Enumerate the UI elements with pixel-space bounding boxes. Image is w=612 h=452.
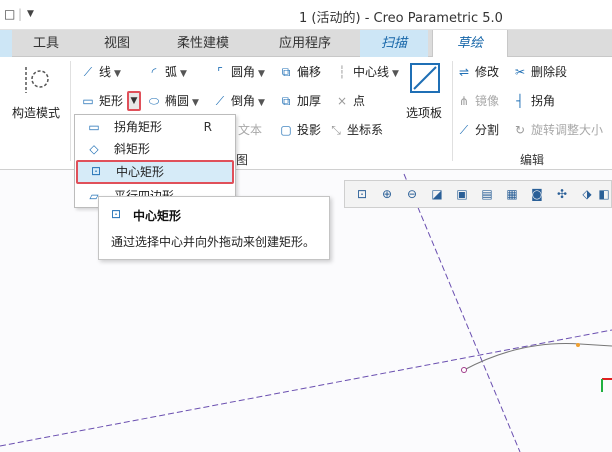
construction-mode-icon[interactable]: [20, 63, 56, 99]
tab-applications[interactable]: 应用程序: [258, 30, 352, 57]
title-bar: □ | ▼ 1 (活动的) - Creo Parametric 5.0: [0, 0, 612, 30]
tab-flexible-modeling[interactable]: 柔性建模: [156, 30, 250, 57]
chevron-down-icon[interactable]: ▼: [258, 69, 265, 79]
sketch-end-point: [576, 343, 580, 347]
chevron-down-icon[interactable]: ▼: [114, 69, 121, 79]
point-icon: ×: [336, 94, 348, 108]
centerline-button[interactable]: ┆ 中心线 ▼: [334, 62, 399, 82]
box-icon[interactable]: ◧: [595, 185, 612, 203]
text-button[interactable]: 文本: [238, 120, 262, 140]
fillet-button[interactable]: ⌜ 圆角 ▼: [212, 62, 265, 82]
arc-icon: ◜: [151, 65, 157, 79]
datum-display-icon[interactable]: ✣: [553, 185, 571, 203]
centerline-icon: ┆: [338, 65, 346, 79]
rectangle-button[interactable]: ▭ 矩形: [80, 91, 123, 111]
divide-button[interactable]: ⟋ 分割: [456, 120, 499, 140]
coordinate-system-icon: ⤡: [331, 123, 341, 137]
chevron-down-icon: ▼: [130, 96, 138, 106]
chevron-down-icon[interactable]: ▼: [258, 98, 265, 108]
saved-views-icon[interactable]: ▤: [478, 185, 496, 203]
delete-segment-icon: ✂: [514, 65, 526, 79]
tab-view[interactable]: 视图: [86, 30, 148, 57]
corner-button[interactable]: ┤ 拐角: [512, 91, 555, 111]
tooltip: ⊡ 中心矩形 通过选择中心并向外拖动来创建矩形。: [98, 196, 330, 260]
line-icon: ⟋: [83, 65, 93, 79]
rotate-resize-button[interactable]: ↻ 旋转调整大小: [512, 120, 603, 140]
point-button[interactable]: × 点: [334, 91, 365, 111]
menu-item-slanted-rectangle[interactable]: ◇ 斜矩形: [76, 138, 234, 160]
ribbon-tab-bar: 工具 视图 柔性建模 应用程序 扫描 草绘: [0, 30, 612, 58]
edit-group-label: 编辑: [520, 153, 545, 167]
center-rectangle-icon: ⊡: [111, 207, 122, 221]
repaint-icon[interactable]: ◪: [428, 185, 446, 203]
line-button[interactable]: ⟋ 线 ▼: [80, 62, 121, 82]
palette-icon[interactable]: [410, 63, 440, 93]
chevron-down-icon[interactable]: ▼: [180, 69, 187, 79]
ellipse-icon: ⬭: [148, 94, 160, 108]
spin-center-icon[interactable]: ⬗: [578, 185, 596, 203]
shading-icon[interactable]: ▣: [453, 185, 471, 203]
offset-button[interactable]: ⧉ 偏移: [278, 62, 321, 82]
display-style-icon[interactable]: ◙: [528, 185, 546, 203]
corner-icon: ┤: [516, 94, 524, 108]
sketch-view-icon[interactable]: ▦: [503, 185, 521, 203]
modify-button[interactable]: ⇌ 修改: [456, 62, 499, 82]
project-button[interactable]: ▢ 投影: [278, 120, 321, 140]
rotate-resize-icon: ↻: [514, 123, 526, 137]
window-title: 1 (活动的) - Creo Parametric 5.0: [299, 11, 503, 26]
sketch-arc: [463, 343, 612, 371]
divide-icon: ⟋: [459, 123, 469, 137]
mirror-icon: ⋔: [458, 94, 470, 108]
sketch-group-label: 图: [236, 153, 249, 167]
chevron-down-icon[interactable]: ▼: [192, 98, 199, 108]
ellipse-button[interactable]: ⬭ 椭圆 ▼: [146, 91, 199, 111]
zoom-fit-icon[interactable]: ⊡: [353, 185, 371, 203]
delete-segment-button[interactable]: ✂ 删除段: [512, 62, 567, 82]
coordinate-system-button[interactable]: ⤡ 坐标系: [328, 120, 383, 140]
sketch-center-point: [461, 367, 467, 373]
group-separator: [452, 61, 453, 161]
tab-sweep[interactable]: 扫描: [360, 30, 428, 57]
tab-file-edge[interactable]: [0, 30, 12, 57]
chamfer-button[interactable]: ⟋ 倒角 ▼: [212, 91, 265, 111]
menu-item-center-rectangle[interactable]: ⊡ 中心矩形: [76, 160, 234, 184]
corner-rectangle-icon: ▭: [88, 120, 100, 134]
mirror-button[interactable]: ⋔ 镜像: [456, 91, 499, 111]
vertical-centerline: [403, 173, 521, 452]
arc-button[interactable]: ◜ 弧 ▼: [146, 62, 187, 82]
fillet-icon: ⌜: [217, 65, 223, 79]
tooltip-title: 中心矩形: [133, 209, 182, 223]
tab-tools[interactable]: 工具: [14, 30, 78, 57]
project-icon: ▢: [280, 123, 292, 137]
tab-sketch[interactable]: 草绘: [432, 30, 508, 58]
modify-icon: ⇌: [458, 65, 470, 79]
thicken-icon: ⧉: [281, 94, 291, 108]
zoom-in-icon[interactable]: ⊕: [378, 185, 396, 203]
rectangle-dropdown-button[interactable]: ▼: [127, 91, 141, 111]
tooltip-description: 通过选择中心并向外拖动来创建矩形。: [111, 235, 316, 249]
rectangle-icon: ▭: [82, 94, 94, 108]
horizontal-centerline: [0, 329, 612, 447]
construction-mode-label[interactable]: 构造模式: [12, 103, 60, 123]
chevron-down-icon[interactable]: ▼: [392, 69, 399, 79]
rectangle-dropdown-menu: ▭ 拐角矩形 R ◇ 斜矩形 ⊡ 中心矩形 ▱ 平行四边形: [74, 114, 236, 208]
palette-label[interactable]: 选项板: [406, 103, 442, 123]
thicken-button[interactable]: ⧉ 加厚: [278, 91, 321, 111]
offset-icon: ⧉: [281, 65, 291, 79]
group-separator: [70, 61, 71, 161]
view-toolbar: ⊡ ⊕ ⊖ ◪ ▣ ▤ ▦ ◙ ✣ ⬗ ◧: [344, 180, 612, 208]
center-rectangle-icon: ⊡: [90, 164, 102, 178]
chamfer-icon: ⟋: [215, 94, 225, 108]
slanted-rectangle-icon: ◇: [89, 142, 99, 156]
zoom-out-icon[interactable]: ⊖: [403, 185, 421, 203]
menu-item-corner-rectangle[interactable]: ▭ 拐角矩形 R: [76, 116, 234, 138]
